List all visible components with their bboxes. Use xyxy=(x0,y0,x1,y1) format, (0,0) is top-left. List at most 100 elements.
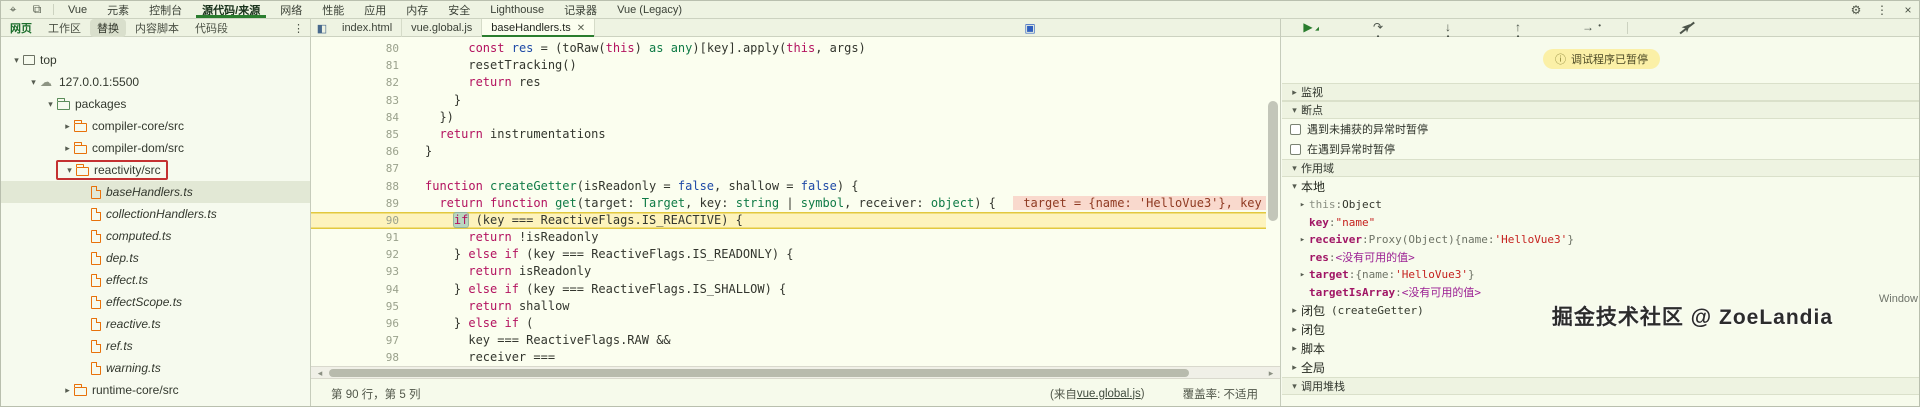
panel-tab[interactable]: 源代码/来源 xyxy=(192,1,270,18)
tree-row[interactable]: effect.ts xyxy=(1,269,310,291)
code-line[interactable]: 87 xyxy=(311,160,1266,177)
editor-tab[interactable]: index.html xyxy=(333,19,403,37)
code-line[interactable]: 89 return function get(target: Target, k… xyxy=(311,195,1266,212)
section-header-作用域[interactable]: ▾ 作用域 xyxy=(1282,159,1919,177)
tree-row[interactable]: collectionHandlers.ts xyxy=(1,203,310,225)
close-icon[interactable]: × xyxy=(1895,3,1919,17)
scope-group-row[interactable]: ▾ 本地 xyxy=(1282,177,1919,196)
tree-row[interactable]: dep.ts xyxy=(1,247,310,269)
panel-tab[interactable]: 应用 xyxy=(354,1,396,18)
scope-variable-row[interactable]: ▸ this: Object xyxy=(1282,196,1919,214)
panel-tab[interactable]: 内存 xyxy=(396,1,438,18)
tree-row[interactable]: ▸ compiler-core/src xyxy=(1,115,310,137)
panel-tab[interactable]: 性能 xyxy=(312,1,354,18)
code-line[interactable]: 98 receiver === xyxy=(311,349,1266,366)
editor-horizontal-scrollbar[interactable]: ◂ ▸ xyxy=(311,366,1280,379)
resume-icon[interactable]: ▶ ◢ xyxy=(1297,20,1319,36)
tree-row[interactable]: ▸ compiler-dom/src xyxy=(1,137,310,159)
editor-extras-icon[interactable]: ▣ xyxy=(1023,21,1037,35)
code-line[interactable]: 85 return instrumentations xyxy=(311,126,1266,143)
more-options-icon[interactable]: ⋮ xyxy=(1869,3,1895,17)
section-header-调用堆栈[interactable]: ▾ 调用堆栈 xyxy=(1282,377,1919,395)
tree-row[interactable]: effectScope.ts xyxy=(1,291,310,313)
editor-vertical-scrollbar[interactable] xyxy=(1268,101,1278,221)
section-header-断点[interactable]: ▾ 断点 xyxy=(1282,101,1919,119)
code-line[interactable]: 81 resetTracking() xyxy=(311,57,1266,74)
panel-tab[interactable]: 网络 xyxy=(270,1,312,18)
scroll-right-arrow-icon[interactable]: ▸ xyxy=(1264,367,1278,378)
checkbox[interactable] xyxy=(1290,143,1301,155)
code-line[interactable]: 95 return shallow xyxy=(311,298,1266,315)
scope-group-row[interactable]: ▸ 脚本 xyxy=(1282,339,1919,358)
code-line[interactable]: 96 } else if ( xyxy=(311,315,1266,332)
tree-row[interactable]: ▾ top xyxy=(1,49,310,71)
scroll-left-arrow-icon[interactable]: ◂ xyxy=(313,367,327,378)
settings-gear-icon[interactable]: ⚙ xyxy=(1843,3,1869,17)
code-line[interactable]: 88 function createGetter(isReadonly = fal… xyxy=(311,178,1266,195)
editor-tab[interactable]: vue.global.js xyxy=(402,19,483,37)
tree-row[interactable]: ▾ reactivity/src xyxy=(1,159,310,181)
step-icon[interactable]: → • xyxy=(1577,20,1601,36)
breakpoint-checkbox-row[interactable]: 遇到未捕获的异常时暂停 xyxy=(1282,119,1919,139)
code-line[interactable]: 94 } else if (key === ReactiveFlags.IS_S… xyxy=(311,281,1266,298)
panel-tab[interactable]: 元素 xyxy=(97,1,139,18)
navigator-tab[interactable]: 内容脚本 xyxy=(128,19,186,37)
scope-variable-row[interactable]: ▸ receiver: Proxy(Object) {name: 'HelloVu… xyxy=(1282,231,1919,249)
code-token: createGetter xyxy=(490,178,577,193)
code-line[interactable]: 84 }) xyxy=(311,109,1266,126)
navigator-tab[interactable]: 代码段 xyxy=(188,19,235,37)
variable-value: <没有可用的值> xyxy=(1335,251,1415,265)
tree-row[interactable]: ref.ts xyxy=(1,335,310,357)
scope-variable-row[interactable]: ▸ target: {name: 'HelloVue3'} xyxy=(1282,266,1919,284)
code-line[interactable]: 93 return isReadonly xyxy=(311,263,1266,280)
tree-row-content: baseHandlers.ts xyxy=(73,182,198,202)
checkbox[interactable] xyxy=(1290,123,1301,135)
device-toolbar-icon[interactable]: ⧉ xyxy=(25,1,49,18)
navigator-toggle-icon[interactable]: ◧ xyxy=(311,19,333,37)
panel-tab[interactable]: 记录器 xyxy=(554,1,607,18)
code-line[interactable]: 82 return res xyxy=(311,74,1266,91)
step-into-icon[interactable]: ↓• xyxy=(1437,20,1459,41)
navigator-tab[interactable]: 替换 xyxy=(90,19,126,37)
deactivate-breakpoints-icon[interactable]: ➤ xyxy=(1676,19,1698,36)
code-line[interactable]: 92 } else if (key === ReactiveFlags.IS_R… xyxy=(311,246,1266,263)
inspect-element-icon[interactable]: ⌖ xyxy=(1,1,25,18)
tree-row[interactable]: ▸ runtime-core/src xyxy=(1,379,310,401)
code-line[interactable]: 91 return !isReadonly xyxy=(311,229,1266,246)
execution-line[interactable]: 90 if (key === ReactiveFlags.IS_REACTIVE… xyxy=(311,211,1266,230)
code-line[interactable]: 80 const res = (toRaw(this) as any)[key]… xyxy=(311,40,1266,57)
code-line[interactable]: 86} xyxy=(311,143,1266,160)
panel-tab[interactable]: 控制台 xyxy=(139,1,192,18)
code-editor[interactable]: 80 const res = (toRaw(this) as any)[key]… xyxy=(311,37,1281,406)
horizontal-scroll-thumb[interactable] xyxy=(329,369,1189,377)
tree-row[interactable]: baseHandlers.ts xyxy=(1,181,310,203)
panel-tab[interactable]: 安全 xyxy=(438,1,480,18)
section-header-监视[interactable]: ▸ 监视 xyxy=(1282,83,1919,101)
tree-row[interactable]: ▾ packages xyxy=(1,93,310,115)
source-origin-link[interactable]: vue.global.js xyxy=(1077,388,1141,400)
navigator-tab[interactable]: 网页 xyxy=(3,19,39,37)
scope-variable-row[interactable]: res: <没有可用的值> xyxy=(1282,249,1919,267)
code-line[interactable]: 83 } xyxy=(311,92,1266,109)
tree-row[interactable]: ▾ ☁ 127.0.0.1:5500 xyxy=(1,71,310,93)
panel-tab[interactable]: Vue xyxy=(58,1,97,18)
scope-group-row[interactable]: ▸ 全局 xyxy=(1282,358,1919,377)
panel-tab[interactable]: Vue (Legacy) xyxy=(607,1,692,18)
code-token: false xyxy=(677,178,715,193)
navigator-more-tabs-icon[interactable]: ⋮ xyxy=(293,22,304,35)
tree-row[interactable]: reactive.ts xyxy=(1,313,310,335)
code-token: symbol xyxy=(800,195,845,210)
tree-row[interactable]: computed.ts xyxy=(1,225,310,247)
close-tab-icon[interactable]: ✕ xyxy=(577,23,585,34)
navigator-tab[interactable]: 工作区 xyxy=(41,19,88,37)
editor-tab[interactable]: baseHandlers.ts ✕ xyxy=(482,19,596,37)
code-line[interactable]: 97 key === ReactiveFlags.RAW && xyxy=(311,332,1266,349)
scope-variable-row[interactable]: targetIsArray: <没有可用的值> xyxy=(1282,284,1919,302)
tree-row[interactable]: warning.ts xyxy=(1,357,310,379)
step-out-icon[interactable]: ↑• xyxy=(1507,20,1529,41)
scope-variable-row[interactable]: key: "name" xyxy=(1282,214,1919,232)
breakpoint-checkbox-row[interactable]: 在遇到异常时暂停 xyxy=(1282,139,1919,159)
panel-tab[interactable]: Lighthouse xyxy=(480,1,554,18)
step-over-icon[interactable]: ↷• xyxy=(1367,20,1389,41)
